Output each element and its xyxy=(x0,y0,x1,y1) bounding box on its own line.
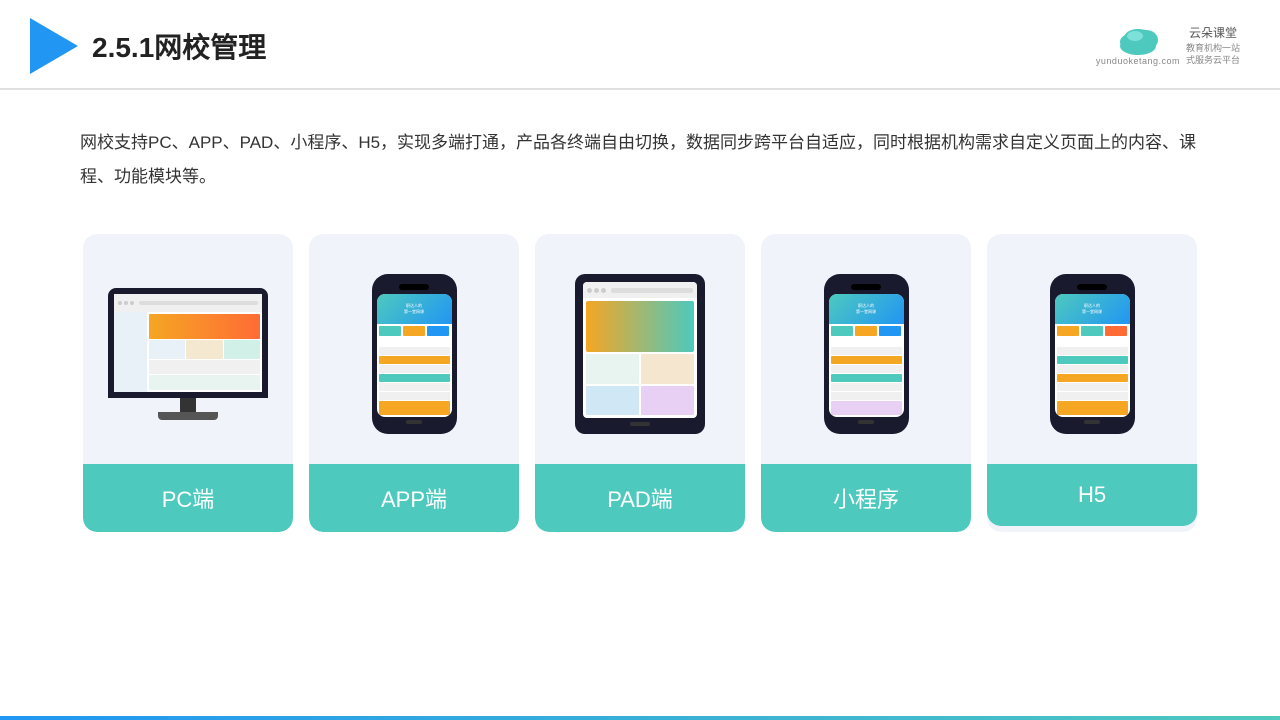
cloud-icon xyxy=(1113,26,1163,56)
mini-banner-text: 职达人的第一堂网课 xyxy=(856,303,876,314)
header-left: 2.5.1网校管理 xyxy=(30,18,266,74)
card-h5-label: H5 xyxy=(987,464,1197,526)
card-pad: PAD端 xyxy=(535,234,745,532)
monitor-frame xyxy=(108,288,268,398)
brand-name: 云朵课堂 xyxy=(1186,25,1240,42)
card-h5-image: 职达人的第一堂网课 xyxy=(987,234,1197,464)
card-mini: 职达人的第一堂网课 xyxy=(761,234,971,532)
app-phone-icon: 职达人的第一堂网课 xyxy=(372,274,457,434)
card-pad-image xyxy=(535,234,745,464)
brand-url: yunduoketang.com xyxy=(1096,56,1180,66)
cards-container: PC端 职达人的第一堂网课 xyxy=(0,214,1280,552)
card-app-image: 职达人的第一堂网课 xyxy=(309,234,519,464)
logo-triangle-icon xyxy=(30,18,78,74)
monitor-screen xyxy=(114,294,262,392)
description: 网校支持PC、APP、PAD、小程序、H5，实现多端打通，产品各终端自由切换，数… xyxy=(0,90,1280,214)
card-pad-label: PAD端 xyxy=(535,464,745,532)
brand-logo: yunduoketang.com 云朵课堂 教育机构一站式服务云平台 xyxy=(1096,25,1240,67)
pc-monitor-icon xyxy=(108,288,268,420)
h5-phone-icon: 职达人的第一堂网课 xyxy=(1050,274,1135,434)
description-text: 网校支持PC、APP、PAD、小程序、H5，实现多端打通，产品各终端自由切换，数… xyxy=(80,133,1196,186)
mini-phone-icon: 职达人的第一堂网课 xyxy=(824,274,909,434)
card-mini-label: 小程序 xyxy=(761,464,971,532)
card-mini-image: 职达人的第一堂网课 xyxy=(761,234,971,464)
header-right: yunduoketang.com 云朵课堂 教育机构一站式服务云平台 xyxy=(1096,25,1240,67)
pad-icon xyxy=(575,274,705,434)
brand-slogan-text: 教育机构一站式服务云平台 xyxy=(1186,42,1240,67)
phone-banner-text: 职达人的第一堂网课 xyxy=(404,303,424,314)
card-pc-image xyxy=(83,234,293,464)
card-app-label: APP端 xyxy=(309,464,519,532)
header: 2.5.1网校管理 yunduoketang.com 云朵课堂 教育机构一站式服… xyxy=(0,0,1280,90)
card-pc: PC端 xyxy=(83,234,293,532)
brand-slogan: 云朵课堂 教育机构一站式服务云平台 xyxy=(1186,25,1240,67)
card-app: 职达人的第一堂网课 xyxy=(309,234,519,532)
bottom-accent-line xyxy=(0,716,1280,720)
card-pc-label: PC端 xyxy=(83,464,293,532)
cloud-icon-wrap: yunduoketang.com xyxy=(1096,26,1180,66)
h5-banner-text: 职达人的第一堂网课 xyxy=(1082,303,1102,314)
card-h5: 职达人的第一堂网课 xyxy=(987,234,1197,532)
page-title: 2.5.1网校管理 xyxy=(92,26,266,66)
